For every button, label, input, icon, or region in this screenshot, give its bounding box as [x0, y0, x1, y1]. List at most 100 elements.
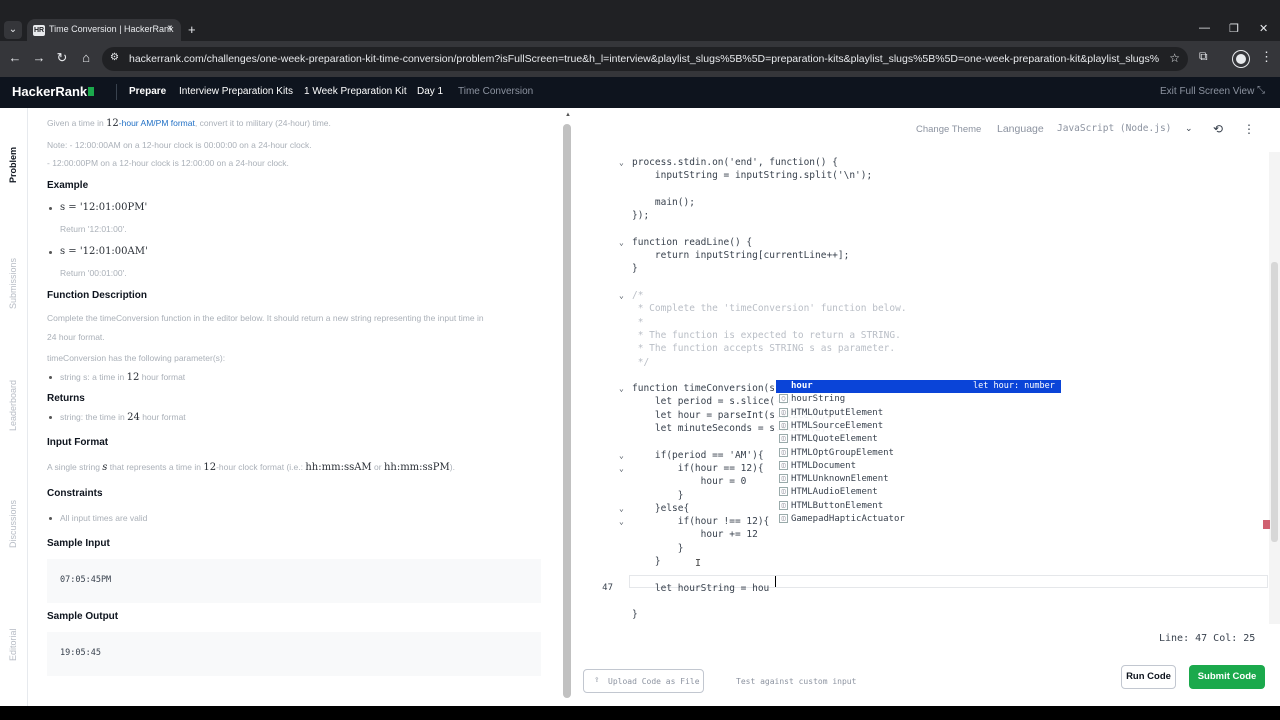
autocomplete-item[interactable]: ▢ hourString: [776, 393, 1061, 406]
suggestion-label: GamepadHapticActuator: [791, 514, 905, 524]
code-line[interactable]: /*: [632, 290, 643, 301]
code-line[interactable]: return inputString[currentLine++];: [632, 250, 849, 261]
fold-chevron-icon[interactable]: ⌄: [619, 451, 624, 460]
fold-chevron-icon[interactable]: ⌄: [619, 384, 624, 393]
autocomplete-item[interactable]: ▢hourlet hour: number: [776, 380, 1061, 393]
breadcrumb-day[interactable]: Day 1: [417, 86, 443, 97]
suggestion-kind-icon: ◫: [779, 487, 788, 497]
browser-tab-active[interactable]: HR Time Conversion | HackerRank ×: [27, 19, 181, 41]
text-caret: [775, 576, 776, 587]
panel-resize-divider[interactable]: [560, 108, 573, 706]
test-custom-input-checkbox[interactable]: Test against custom input: [736, 677, 856, 686]
breadcrumb-interview-kits[interactable]: Interview Preparation Kits: [179, 86, 293, 97]
reload-icon[interactable]: ↻: [53, 50, 71, 66]
code-line[interactable]: let period = s.slice(-2): [632, 396, 792, 407]
tab-leaderboard[interactable]: Leaderboard: [8, 380, 18, 431]
code-line[interactable]: * Complete the 'timeConversion' function…: [632, 303, 907, 314]
code-line[interactable]: hour += 12: [632, 529, 758, 540]
scroll-up-arrow-icon[interactable]: ▲: [565, 112, 571, 118]
code-line[interactable]: });: [632, 210, 649, 221]
more-options-icon[interactable]: ⋮: [1243, 122, 1255, 136]
tab-editorial[interactable]: Editorial: [8, 628, 18, 661]
minimize-icon[interactable]: —: [1199, 22, 1210, 34]
autocomplete-item[interactable]: ◫ HTMLOutputElement: [776, 407, 1061, 420]
language-select[interactable]: JavaScript (Node.js): [1057, 123, 1171, 134]
exit-fullscreen-icon[interactable]: ⤡: [1257, 85, 1265, 96]
code-line[interactable]: function timeConversion(s) {: [632, 383, 792, 394]
editor-scrollbar[interactable]: [1269, 152, 1280, 624]
code-line[interactable]: }: [632, 263, 638, 274]
url-text[interactable]: hackerrank.com/challenges/one-week-prepa…: [129, 53, 1159, 65]
autocomplete-item[interactable]: ◫ HTMLDocument: [776, 460, 1061, 473]
code-line[interactable]: if(period == 'AM'){: [632, 450, 764, 461]
close-window-icon[interactable]: ✕: [1259, 22, 1268, 35]
code-line[interactable]: function readLine() {: [632, 237, 752, 248]
code-line[interactable]: if(hour == 12){: [632, 463, 764, 474]
code-line[interactable]: }: [632, 609, 638, 620]
upload-code-button[interactable]: ⇪ Upload Code as File: [583, 669, 704, 693]
text-cursor-icon: I: [695, 558, 702, 569]
tab-discussions[interactable]: Discussions: [8, 500, 18, 548]
tab-problem[interactable]: Problem: [8, 147, 18, 183]
submit-code-button[interactable]: Submit Code: [1189, 665, 1265, 689]
problem-scrollbar-thumb[interactable]: [563, 124, 571, 698]
restore-icon[interactable]: ❐: [1229, 22, 1239, 35]
autocomplete-item[interactable]: ◫ HTMLAudioElement: [776, 486, 1061, 499]
code-line[interactable]: * The function accepts STRING s as param…: [632, 343, 895, 354]
hackerrank-logo[interactable]: HackerRank: [12, 84, 95, 99]
autocomplete-item[interactable]: ◫ HTMLOptGroupElement: [776, 447, 1061, 460]
code-line[interactable]: inputString = inputString.split('\n');: [632, 170, 872, 181]
fold-chevron-icon[interactable]: ⌄: [619, 291, 624, 300]
code-line[interactable]: }: [632, 490, 684, 501]
fold-chevron-icon[interactable]: ⌄: [619, 238, 624, 247]
code-line[interactable]: let hourString = hou: [632, 583, 769, 594]
code-line[interactable]: }: [632, 556, 661, 567]
function-description-heading: Function Description: [47, 290, 147, 301]
code-line[interactable]: *: [632, 317, 644, 328]
intro-link[interactable]: -hour AM/PM format: [119, 118, 195, 128]
code-line[interactable]: main();: [632, 197, 695, 208]
breadcrumb-prepare[interactable]: Prepare: [129, 86, 166, 97]
autocomplete-item[interactable]: ◫ HTMLSourceElement: [776, 420, 1061, 433]
suggestion-label: HTMLOptGroupElement: [791, 447, 894, 458]
note-line-2: - 12:00:00PM on a 12-hour clock is 12:00…: [47, 158, 289, 168]
forward-icon[interactable]: →: [30, 50, 48, 65]
editor-scrollbar-thumb[interactable]: [1271, 262, 1278, 542]
fold-chevron-icon[interactable]: ⌄: [619, 464, 624, 473]
new-tab-icon[interactable]: +: [188, 21, 196, 39]
change-theme-link[interactable]: Change Theme: [916, 124, 981, 135]
autocomplete-item[interactable]: ◫ HTMLButtonElement: [776, 500, 1061, 513]
reset-code-icon[interactable]: ⟲: [1213, 122, 1223, 136]
autocomplete-item[interactable]: ◫ GamepadHapticActuator: [776, 513, 1061, 526]
editor-toolbar: Change Theme Language JavaScript (Node.j…: [573, 108, 1280, 152]
home-icon[interactable]: ⌂: [77, 50, 95, 65]
code-line[interactable]: hour = 0: [632, 476, 747, 487]
code-line[interactable]: */: [632, 357, 649, 368]
fold-chevron-icon[interactable]: ⌄: [619, 504, 624, 513]
address-bar[interactable]: ⚙ hackerrank.com/challenges/one-week-pre…: [102, 47, 1188, 71]
autocomplete-item[interactable]: ◫ HTMLUnknownElement: [776, 473, 1061, 486]
browser-menu-icon[interactable]: ⋮: [1260, 49, 1273, 65]
fold-chevron-icon[interactable]: ⌄: [619, 158, 624, 167]
back-icon[interactable]: ←: [6, 50, 24, 65]
autocomplete-item[interactable]: ◫ HTMLQuoteElement: [776, 433, 1061, 446]
code-line[interactable]: * The function is expected to return a S…: [632, 330, 901, 341]
tab-search-dropdown-icon[interactable]: ⌄: [4, 21, 22, 39]
run-code-button[interactable]: Run Code: [1121, 665, 1176, 689]
tab-close-icon[interactable]: ×: [167, 23, 173, 34]
tab-submissions[interactable]: Submissions: [8, 258, 18, 309]
intro-text-end: , convert it to military (24-hour) time.: [194, 118, 331, 128]
code-line[interactable]: }: [632, 543, 684, 554]
code-line[interactable]: if(hour !== 12){: [632, 516, 770, 527]
profile-avatar[interactable]: [1233, 51, 1249, 67]
chevron-down-icon[interactable]: ⌄: [1185, 123, 1193, 134]
site-info-icon[interactable]: ⚙: [110, 52, 119, 63]
breadcrumb-week-kit[interactable]: 1 Week Preparation Kit: [304, 86, 407, 97]
exit-fullscreen-link[interactable]: Exit Full Screen View: [1160, 86, 1254, 97]
code-line[interactable]: process.stdin.on('end', function() {: [632, 157, 838, 168]
extensions-icon[interactable]: ⧉: [1199, 49, 1208, 64]
code-line[interactable]: }else{: [632, 503, 689, 514]
fold-chevron-icon[interactable]: ⌄: [619, 517, 624, 526]
autocomplete-popup[interactable]: ▢hourlet hour: number▢hourString◫HTMLOut…: [776, 380, 1061, 527]
bookmark-star-icon[interactable]: ☆: [1169, 51, 1180, 65]
